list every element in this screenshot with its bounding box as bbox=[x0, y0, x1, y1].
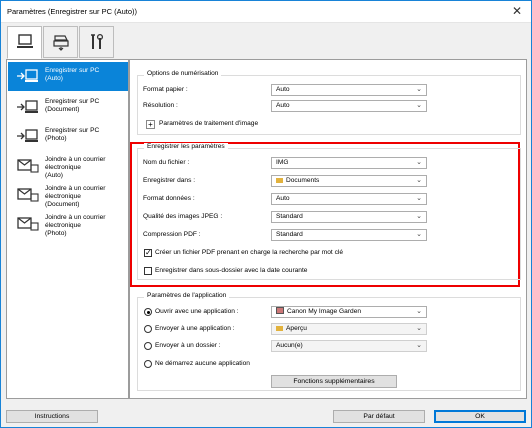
scanner-icon bbox=[53, 35, 69, 51]
jpeg-quality-label: Qualité des images JPEG : bbox=[143, 213, 223, 220]
sidebar-item-label: Enregistrer sur PC (Auto) bbox=[45, 67, 100, 82]
chevron-down-icon: ⌄ bbox=[416, 213, 422, 220]
pdf-compression-value: Standard bbox=[276, 231, 303, 238]
file-name-value: IMG bbox=[276, 159, 289, 166]
send-folder-label: Envoyer à un dossier : bbox=[155, 342, 221, 349]
paper-size-select[interactable]: Auto ⌄ bbox=[271, 84, 427, 96]
data-format-select[interactable]: Auto ⌄ bbox=[271, 193, 427, 205]
open-app-radio[interactable] bbox=[144, 308, 152, 316]
date-subfolder-label: Enregistrer dans sous-dossier avec la da… bbox=[155, 267, 308, 274]
save-in-label: Enregistrer dans : bbox=[143, 177, 196, 184]
open-app-value: Canon My Image Garden bbox=[287, 308, 362, 315]
save-settings-title: Enregistrer les paramètres bbox=[144, 143, 228, 150]
date-subfolder-checkbox[interactable] bbox=[144, 267, 152, 275]
window-title: Paramètres (Enregistrer sur PC (Auto)) bbox=[7, 7, 138, 16]
send-app-select[interactable]: Aperçu ⌄ bbox=[271, 323, 427, 335]
sidebar-item-email-auto[interactable]: Joindre à un courrier électronique (Auto… bbox=[8, 151, 128, 179]
application-settings-title: Paramètres de l'application bbox=[144, 292, 230, 299]
expand-icon[interactable]: + bbox=[146, 120, 155, 129]
chevron-down-icon: ⌄ bbox=[416, 308, 422, 315]
tools-icon bbox=[91, 33, 104, 49]
send-app-value: Aperçu bbox=[286, 325, 307, 332]
open-app-select[interactable]: Canon My Image Garden ⌄ bbox=[271, 306, 427, 318]
image-garden-icon bbox=[276, 307, 284, 314]
settings-window: Paramètres (Enregistrer sur PC (Auto)) ✕ bbox=[0, 0, 532, 428]
open-app-label: Ouvrir avec une application : bbox=[155, 308, 239, 315]
no-app-radio[interactable] bbox=[144, 360, 152, 368]
save-to-pc-icon bbox=[17, 100, 38, 113]
sidebar-item-save-pc-photo[interactable]: Enregistrer sur PC (Photo) bbox=[8, 122, 128, 150]
send-folder-value: Aucun(e) bbox=[276, 342, 303, 349]
resolution-value: Auto bbox=[276, 102, 290, 109]
save-in-select[interactable]: Documents ⌄ bbox=[271, 175, 427, 187]
searchable-pdf-checkbox[interactable] bbox=[144, 248, 152, 257]
send-folder-select[interactable]: Aucun(e) ⌄ bbox=[271, 340, 427, 352]
settings-panel: Options de numérisation Format papier : … bbox=[129, 59, 527, 399]
sidebar-item-label: Enregistrer sur PC (Document) bbox=[45, 98, 100, 113]
email-icon bbox=[17, 217, 39, 231]
sidebar-item-save-pc-document[interactable]: Enregistrer sur PC (Document) bbox=[8, 93, 128, 121]
folder-icon bbox=[276, 325, 283, 331]
pdf-compression-select[interactable]: Standard ⌄ bbox=[271, 229, 427, 241]
computer-icon bbox=[17, 34, 33, 48]
chevron-down-icon: ⌄ bbox=[416, 325, 422, 332]
searchable-pdf-label: Créer un fichier PDF prenant en charge l… bbox=[155, 249, 344, 256]
scan-options-title: Options de numérisation bbox=[144, 70, 222, 77]
email-icon bbox=[17, 188, 39, 202]
email-icon bbox=[17, 159, 39, 173]
pdf-compression-label: Compression PDF : bbox=[143, 231, 201, 238]
jpeg-quality-value: Standard bbox=[276, 213, 303, 220]
send-app-label: Envoyer à une application : bbox=[155, 325, 235, 332]
data-format-value: Auto bbox=[276, 195, 290, 202]
sidebar-item-email-document[interactable]: Joindre à un courrier électronique (Docu… bbox=[8, 180, 128, 208]
scan-type-list: Enregistrer sur PC (Auto) Enregistrer su… bbox=[6, 59, 129, 399]
no-app-label: Ne démarrez aucune application bbox=[155, 360, 250, 367]
ok-button[interactable]: OK bbox=[434, 410, 526, 423]
tab-scan-from-computer[interactable] bbox=[7, 26, 42, 59]
defaults-button[interactable]: Par défaut bbox=[333, 410, 425, 423]
chevron-down-icon: ⌄ bbox=[416, 195, 422, 202]
resolution-select[interactable]: Auto ⌄ bbox=[271, 100, 427, 112]
save-in-value: Documents bbox=[286, 177, 320, 184]
chevron-down-icon: ⌄ bbox=[416, 102, 422, 109]
chevron-down-icon: ⌄ bbox=[416, 159, 422, 166]
image-processing-label[interactable]: Paramètres de traitement d'image bbox=[159, 120, 258, 127]
chevron-down-icon: ⌄ bbox=[416, 177, 422, 184]
close-icon[interactable]: ✕ bbox=[512, 4, 522, 18]
sidebar-item-save-pc-auto[interactable]: Enregistrer sur PC (Auto) bbox=[8, 62, 128, 91]
tab-scan-from-operation-panel[interactable] bbox=[43, 26, 78, 58]
file-name-label: Nom du fichier : bbox=[143, 159, 190, 166]
sidebar-item-label: Joindre à un courrier électronique (Phot… bbox=[45, 214, 106, 237]
more-functions-button[interactable]: Fonctions supplémentaires bbox=[271, 375, 397, 388]
resolution-label: Résolution : bbox=[143, 102, 178, 109]
sidebar-item-email-photo[interactable]: Joindre à un courrier électronique (Phot… bbox=[8, 209, 128, 237]
folder-icon bbox=[276, 177, 283, 183]
tab-general-settings[interactable] bbox=[79, 26, 114, 58]
chevron-down-icon: ⌄ bbox=[416, 342, 422, 349]
file-name-combo[interactable]: IMG ⌄ bbox=[271, 157, 427, 169]
paper-size-label: Format papier : bbox=[143, 86, 188, 93]
send-folder-radio[interactable] bbox=[144, 342, 152, 350]
save-to-pc-icon bbox=[17, 129, 38, 142]
chevron-down-icon: ⌄ bbox=[416, 231, 422, 238]
jpeg-quality-select[interactable]: Standard ⌄ bbox=[271, 211, 427, 223]
paper-size-value: Auto bbox=[276, 86, 290, 93]
sidebar-item-label: Enregistrer sur PC (Photo) bbox=[45, 127, 100, 142]
sidebar-item-label: Joindre à un courrier électronique (Auto… bbox=[45, 156, 106, 179]
sidebar-item-label: Joindre à un courrier électronique (Docu… bbox=[45, 185, 106, 208]
save-to-pc-icon bbox=[17, 69, 38, 82]
send-app-radio[interactable] bbox=[144, 325, 152, 333]
instructions-button[interactable]: Instructions bbox=[6, 410, 98, 423]
title-bar: Paramètres (Enregistrer sur PC (Auto)) ✕ bbox=[1, 1, 531, 23]
chevron-down-icon: ⌄ bbox=[416, 86, 422, 93]
data-format-label: Format données : bbox=[143, 195, 195, 202]
